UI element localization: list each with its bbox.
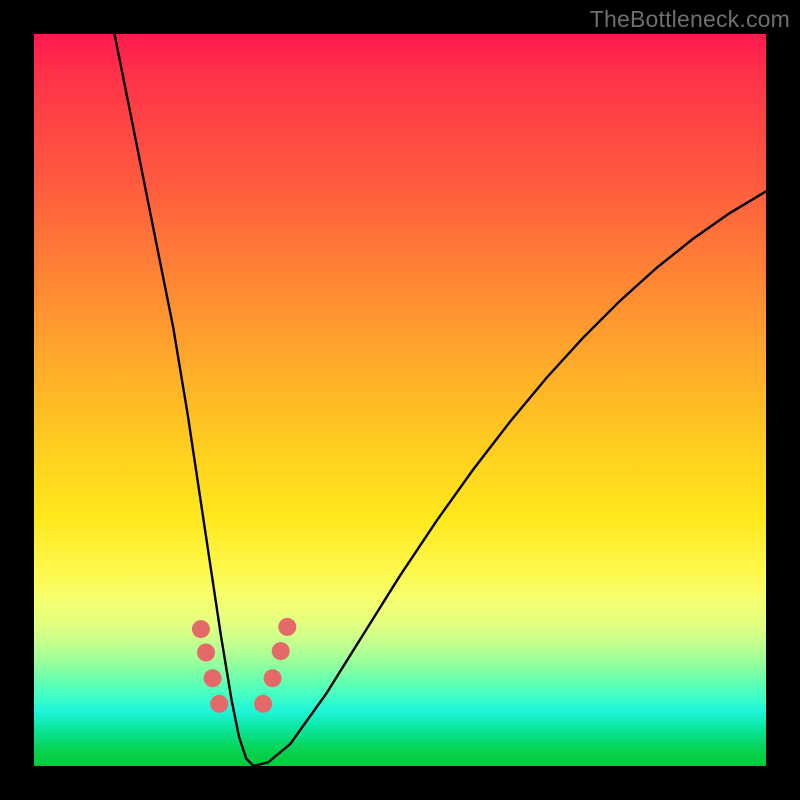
chart-frame: TheBottleneck.com (0, 0, 800, 800)
curve-markers (192, 618, 296, 713)
curve-marker (272, 642, 290, 660)
curve-marker (210, 695, 228, 713)
watermark-text: TheBottleneck.com (590, 6, 790, 33)
curve-marker (204, 669, 222, 687)
curve-marker (264, 669, 282, 687)
curve-marker (254, 695, 272, 713)
plot-area (34, 34, 766, 766)
curve-marker (192, 620, 210, 638)
curve-marker (278, 618, 296, 636)
curve-marker (197, 644, 215, 662)
curve-layer (34, 34, 766, 766)
